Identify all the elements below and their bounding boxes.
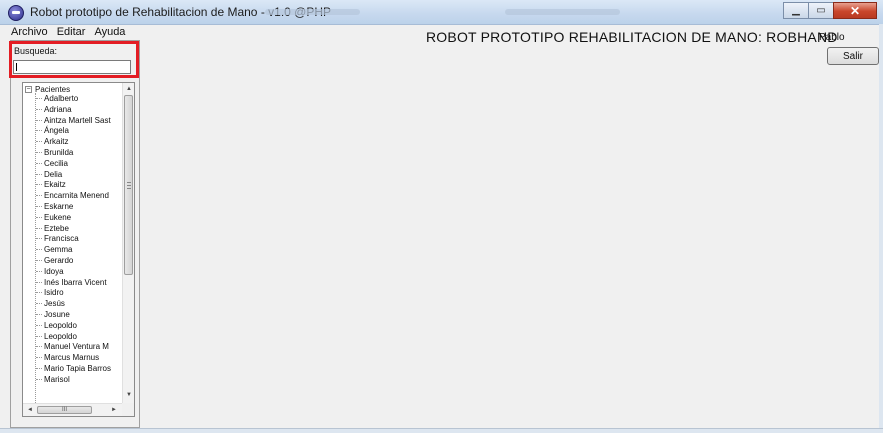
maximize-icon: ▭ (816, 5, 826, 16)
tree-item[interactable]: Delia (36, 169, 122, 180)
grip-line (127, 182, 131, 183)
tree-item[interactable]: Aintza Martell Sast (36, 115, 122, 126)
tree-item[interactable]: Ekaitz (36, 179, 122, 190)
tree-item[interactable]: Brunilda (36, 147, 122, 158)
tree-item[interactable]: Ángela (36, 125, 122, 136)
tree-item[interactable]: Arkaitz (36, 136, 122, 147)
maximize-button[interactable]: ▭ (808, 2, 834, 19)
tree-item[interactable]: Leopoldo (36, 331, 122, 342)
tree-item[interactable]: Jesús (36, 298, 122, 309)
menu-bar: Archivo Editar Ayuda (0, 25, 133, 41)
minimize-button[interactable]: ▁ (783, 2, 809, 19)
tree-item[interactable]: Josune (36, 309, 122, 320)
scroll-up-icon[interactable]: ▲ (124, 84, 134, 94)
tree-item[interactable]: Eukene (36, 212, 122, 223)
tree-item[interactable]: Encarnita Menend (36, 190, 122, 201)
minimize-icon: ▁ (792, 5, 800, 16)
scroll-down-icon[interactable]: ▼ (124, 390, 134, 400)
tree-item[interactable]: Eskarne (36, 201, 122, 212)
vertical-scrollbar[interactable]: ▲ ▼ (122, 83, 134, 403)
tree-item[interactable]: Adriana (36, 104, 122, 115)
tree-item[interactable]: Idoya (36, 266, 122, 277)
user-name: Pablo (819, 32, 845, 43)
tree-item[interactable]: Inés Ibarra Vicent (36, 277, 122, 288)
patient-list: Adalberto Adriana Aintza Martell Sast Án… (36, 93, 122, 385)
scrollbar-corner (122, 403, 134, 416)
menu-archivo[interactable]: Archivo (0, 25, 56, 41)
grip-line (127, 188, 131, 189)
title-bar: Robot prototipo de Rehabilitacion de Man… (0, 0, 883, 25)
tree-item[interactable]: Manuel Ventura M (36, 341, 122, 352)
horizontal-scroll-thumb[interactable]: III (37, 406, 92, 414)
app-icon (8, 5, 24, 21)
tree-item[interactable]: Cecilia (36, 158, 122, 169)
blurred-title-area-right (505, 9, 620, 15)
horizontal-scrollbar[interactable]: ◄ III ► (23, 403, 122, 416)
page-title: ROBOT PROTOTIPO REHABILITACION DE MANO: … (426, 29, 838, 45)
window-right-border (879, 24, 883, 428)
scroll-right-icon[interactable]: ► (109, 405, 119, 415)
exit-button[interactable]: Salir (827, 47, 879, 65)
tree-item[interactable]: Isidro (36, 287, 122, 298)
tree-item[interactable]: Mario Tapia Barros (36, 363, 122, 374)
patients-tree[interactable]: − Pacientes Adalberto Adriana Aintza Mar… (22, 82, 135, 417)
vertical-scroll-thumb[interactable] (124, 95, 133, 275)
menu-ayuda[interactable]: Ayuda (93, 25, 133, 41)
window-controls: ▁ ▭ ✕ (783, 2, 877, 20)
menu-editar[interactable]: Editar (56, 25, 94, 41)
close-icon: ✕ (849, 3, 861, 18)
tree-item[interactable]: Leopoldo (36, 320, 122, 331)
collapse-icon[interactable]: − (25, 85, 32, 93)
scroll-left-icon[interactable]: ◄ (25, 405, 35, 415)
close-button[interactable]: ✕ (833, 2, 877, 19)
tree-item[interactable]: Gerardo (36, 255, 122, 266)
main-window: Robot prototipo de Rehabilitacion de Man… (0, 0, 883, 433)
tree-item[interactable]: Adalberto (36, 93, 122, 104)
tree-item[interactable]: Marcus Marnus (36, 352, 122, 363)
tree-item[interactable]: Eztebe (36, 223, 122, 234)
blurred-title-area (265, 9, 360, 15)
window-bottom-border (0, 428, 883, 433)
tree-item[interactable]: Francisca (36, 233, 122, 244)
tree-item[interactable]: Gemma (36, 244, 122, 255)
search-highlight-box (9, 41, 139, 78)
grip-line (127, 185, 131, 186)
tree-item[interactable]: Marisol (36, 374, 122, 385)
